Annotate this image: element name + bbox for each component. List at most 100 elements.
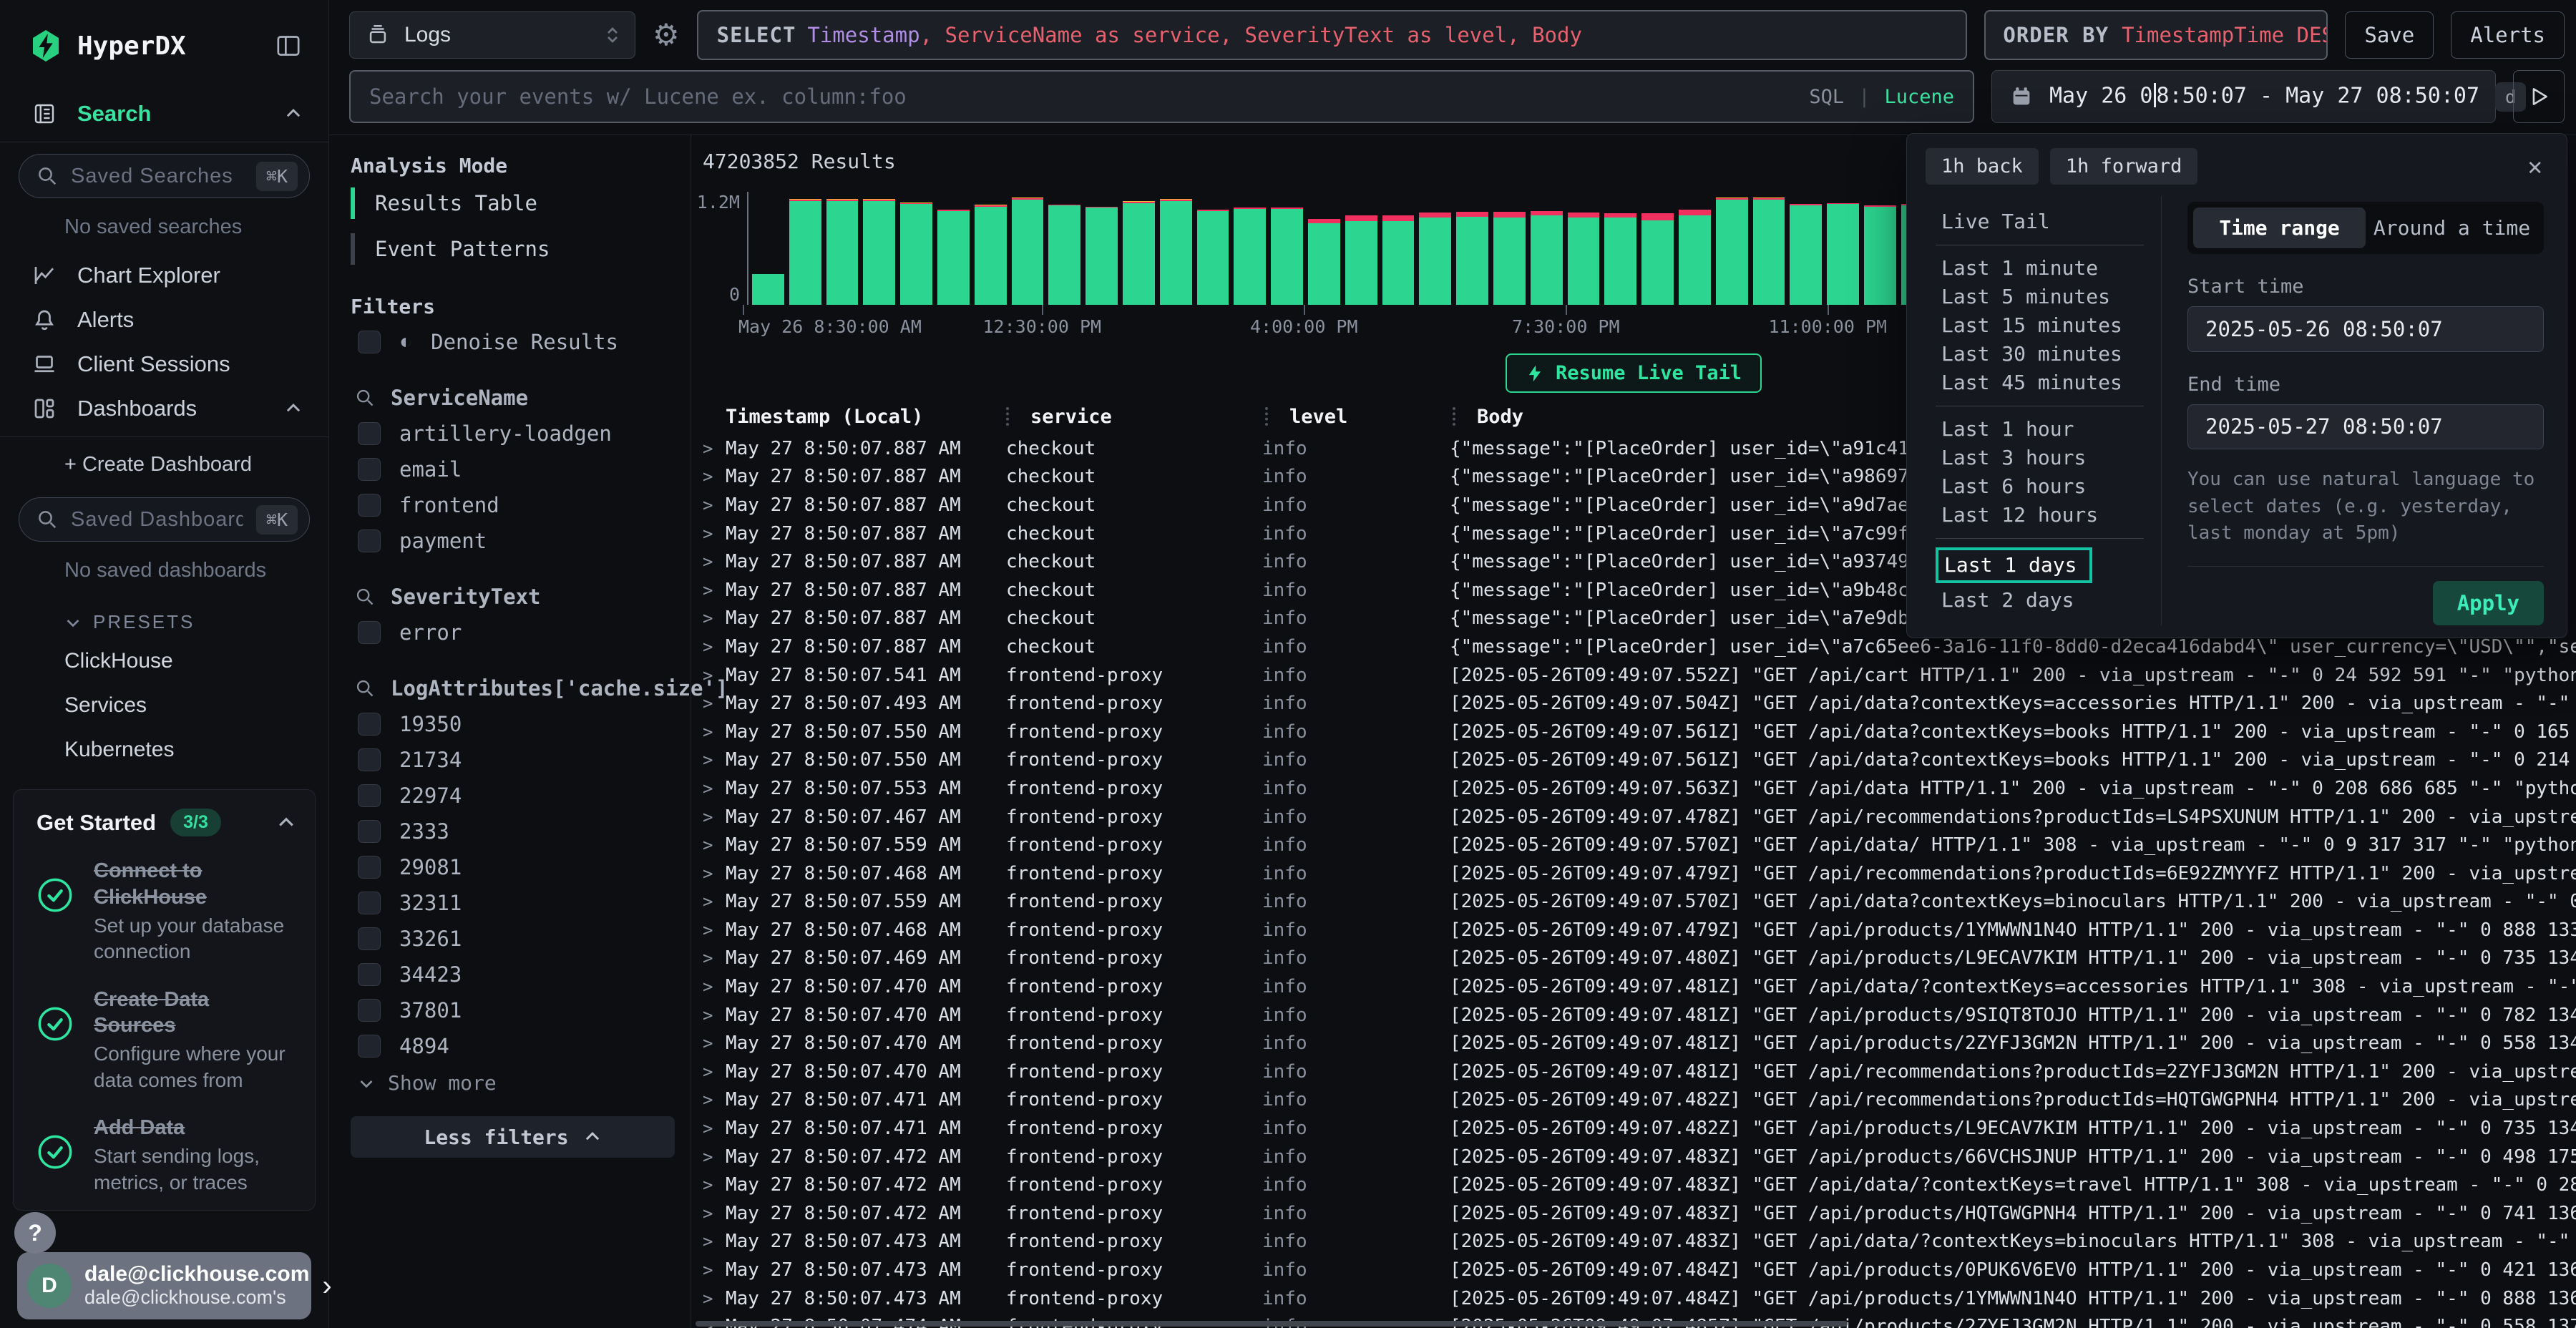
time-option[interactable]: Live Tail: [1936, 208, 2147, 236]
apply-button[interactable]: Apply: [2433, 581, 2544, 625]
checkbox[interactable]: [358, 621, 381, 644]
checkbox[interactable]: [358, 892, 381, 914]
time-option[interactable]: Last 45 minutes: [1936, 368, 2147, 397]
column-resize-handle[interactable]: [1006, 407, 1009, 426]
mode-results-table[interactable]: Results Table: [351, 183, 675, 223]
preset-kubernetes[interactable]: Kubernetes: [0, 728, 328, 772]
filter-checkbox-item[interactable]: 29081: [358, 855, 675, 879]
presets-toggle[interactable]: PRESETS: [0, 597, 328, 639]
table-row[interactable]: >May 27 8:50:07.471 AMfrontend-proxyinfo…: [691, 1086, 2576, 1115]
filter-checkbox-item[interactable]: 22974: [358, 783, 675, 808]
lang-toggle-lucene[interactable]: Lucene: [1884, 86, 1954, 108]
table-row[interactable]: >May 27 8:50:07.470 AMfrontend-proxyinfo…: [691, 1058, 2576, 1086]
sidebar-item-chart-explorer[interactable]: Chart Explorer: [0, 253, 328, 298]
table-row[interactable]: >May 27 8:50:07.471 AMfrontend-proxyinfo…: [691, 1114, 2576, 1143]
checkbox[interactable]: [358, 1035, 381, 1058]
checkbox[interactable]: [358, 784, 381, 807]
collapse-sidebar-icon[interactable]: [274, 31, 303, 60]
filter-checkbox-item[interactable]: 33261: [358, 927, 675, 951]
filter-checkbox-item[interactable]: 19350: [358, 712, 675, 736]
end-time-input[interactable]: 2025-05-27 08:50:07: [2187, 404, 2544, 449]
sidebar-item-client-sessions[interactable]: Client Sessions: [0, 342, 328, 386]
row-expand-chevron[interactable]: >: [691, 524, 726, 544]
show-more-toggle[interactable]: Show more: [358, 1071, 675, 1095]
row-expand-chevron[interactable]: >: [691, 1033, 726, 1053]
source-select[interactable]: Logs: [349, 11, 635, 59]
row-expand-chevron[interactable]: >: [691, 665, 726, 685]
row-expand-chevron[interactable]: >: [691, 608, 726, 628]
table-row[interactable]: >May 27 8:50:07.559 AMfrontend-proxyinfo…: [691, 831, 2576, 859]
col-header-timestamp[interactable]: Timestamp (Local): [726, 406, 1006, 428]
checkbox[interactable]: [358, 422, 381, 445]
table-row[interactable]: >May 27 8:50:07.553 AMfrontend-proxyinfo…: [691, 774, 2576, 803]
table-row[interactable]: >May 27 8:50:07.472 AMfrontend-proxyinfo…: [691, 1199, 2576, 1228]
saved-searches-input[interactable]: Saved Searches ⌘K: [19, 154, 310, 198]
sidebar-item-dashboards[interactable]: Dashboards: [0, 386, 328, 431]
mode-event-patterns[interactable]: Event Patterns: [351, 229, 675, 269]
onboarding-step[interactable]: Connect to ClickHouse Set up your databa…: [36, 858, 296, 965]
date-range-input[interactable]: May 26 08:50:07 - May 27 08:50:07 d: [1991, 70, 2496, 123]
row-expand-chevron[interactable]: >: [691, 977, 726, 997]
alerts-button[interactable]: Alerts: [2451, 11, 2565, 59]
table-row[interactable]: >May 27 8:50:07.550 AMfrontend-proxyinfo…: [691, 746, 2576, 775]
row-expand-chevron[interactable]: >: [691, 1005, 726, 1025]
table-row[interactable]: >May 27 8:50:07.470 AMfrontend-proxyinfo…: [691, 972, 2576, 1001]
row-expand-chevron[interactable]: >: [691, 1062, 726, 1082]
table-row[interactable]: >May 27 8:50:07.541 AMfrontend-proxyinfo…: [691, 661, 2576, 690]
order-by-editor[interactable]: ORDER BY TimestampTime DESC: [1984, 10, 2328, 60]
lang-toggle-sql[interactable]: SQL: [1809, 86, 1844, 108]
time-option[interactable]: Last 2 days: [1936, 586, 2147, 615]
row-expand-chevron[interactable]: >: [691, 580, 726, 600]
table-row[interactable]: >May 27 8:50:07.473 AMfrontend-proxyinfo…: [691, 1256, 2576, 1284]
time-option[interactable]: Last 3 hours: [1936, 444, 2147, 472]
filter-checkbox-item[interactable]: payment: [358, 529, 675, 553]
sidebar-item-search[interactable]: Search: [0, 92, 328, 136]
time-option[interactable]: Last 5 minutes: [1936, 283, 2147, 311]
row-expand-chevron[interactable]: >: [691, 835, 726, 855]
checkbox[interactable]: [358, 748, 381, 771]
resume-live-tail-button[interactable]: Resume Live Tail: [1506, 353, 1762, 393]
column-resize-handle[interactable]: [1453, 407, 1455, 426]
time-option[interactable]: Last 1 days: [1936, 547, 2092, 583]
time-option[interactable]: Last 12 hours: [1936, 501, 2147, 529]
filter-checkbox-item[interactable]: 37801: [358, 998, 675, 1022]
table-row[interactable]: >May 27 8:50:07.470 AMfrontend-proxyinfo…: [691, 1029, 2576, 1058]
table-row[interactable]: >May 27 8:50:07.467 AMfrontend-proxyinfo…: [691, 803, 2576, 831]
row-expand-chevron[interactable]: >: [691, 439, 726, 459]
row-expand-chevron[interactable]: >: [691, 948, 726, 968]
checkbox[interactable]: [358, 494, 381, 517]
filter-checkbox-item[interactable]: artillery-loadgen: [358, 421, 675, 446]
row-expand-chevron[interactable]: >: [691, 778, 726, 799]
row-expand-chevron[interactable]: >: [691, 1260, 726, 1280]
checkbox[interactable]: [358, 331, 381, 353]
onboarding-step[interactable]: Create Data Sources Configure where your…: [36, 987, 296, 1093]
row-expand-chevron[interactable]: >: [691, 1289, 726, 1309]
create-dashboard-button[interactable]: + Create Dashboard: [0, 443, 328, 486]
help-button[interactable]: ?: [14, 1212, 56, 1254]
checkbox[interactable]: [358, 458, 381, 481]
table-row[interactable]: >May 27 8:50:07.468 AMfrontend-proxyinfo…: [691, 859, 2576, 888]
filter-checkbox-item[interactable]: error: [358, 620, 675, 645]
table-row[interactable]: >May 27 8:50:07.472 AMfrontend-proxyinfo…: [691, 1171, 2576, 1199]
row-expand-chevron[interactable]: >: [691, 552, 726, 572]
time-option[interactable]: Last 6 hours: [1936, 472, 2147, 501]
close-icon[interactable]: ✕: [2528, 152, 2548, 181]
table-row[interactable]: >May 27 8:50:07.550 AMfrontend-proxyinfo…: [691, 718, 2576, 746]
row-expand-chevron[interactable]: >: [691, 1204, 726, 1224]
checkbox[interactable]: [358, 927, 381, 950]
time-option[interactable]: Last 1 hour: [1936, 415, 2147, 444]
row-expand-chevron[interactable]: >: [691, 807, 726, 827]
row-expand-chevron[interactable]: >: [691, 1147, 726, 1167]
table-row[interactable]: >May 27 8:50:07.559 AMfrontend-proxyinfo…: [691, 888, 2576, 917]
row-expand-chevron[interactable]: >: [691, 693, 726, 713]
shift-1h-forward-button[interactable]: 1h forward: [2050, 148, 2198, 185]
source-settings-gear-icon[interactable]: ⚙: [653, 20, 680, 50]
filter-checkbox-item[interactable]: 4894: [358, 1034, 675, 1058]
table-row[interactable]: >May 27 8:50:07.473 AMfrontend-proxyinfo…: [691, 1228, 2576, 1256]
filter-checkbox-item[interactable]: 21734: [358, 748, 675, 772]
table-row[interactable]: >May 27 8:50:07.470 AMfrontend-proxyinfo…: [691, 1001, 2576, 1030]
tab-around-a-time[interactable]: Around a time: [2366, 208, 2538, 248]
row-expand-chevron[interactable]: >: [691, 920, 726, 940]
row-expand-chevron[interactable]: >: [691, 722, 726, 742]
checkbox[interactable]: [358, 856, 381, 879]
